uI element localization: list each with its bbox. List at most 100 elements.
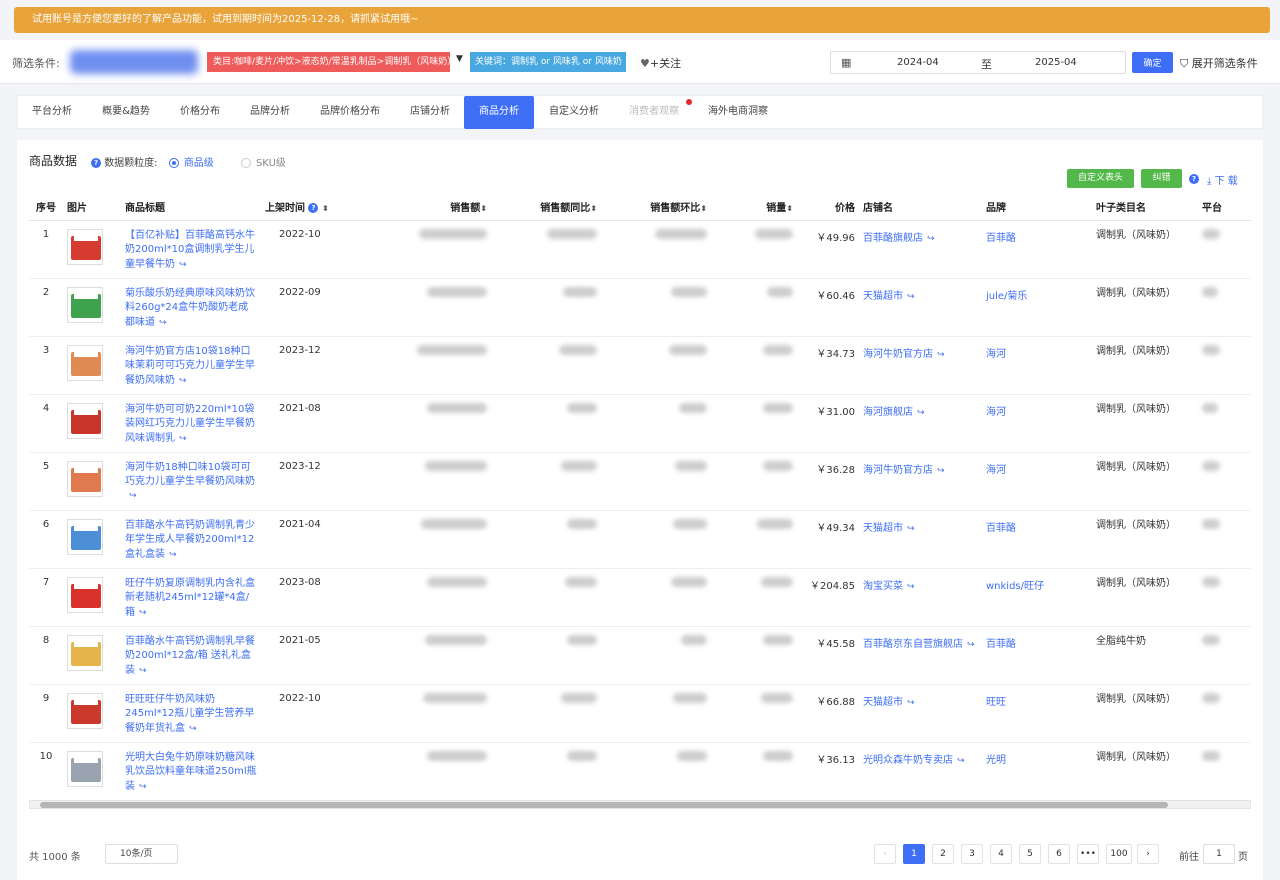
granularity-sku-option[interactable]: SKU级 xyxy=(240,158,286,169)
page-3[interactable]: 3 xyxy=(961,844,983,864)
product-title-link[interactable]: 海河牛奶官方店10袋18种口味茉莉可可巧克力儿童学生早餐奶风味奶 xyxy=(125,346,255,386)
shop-link[interactable]: 天猫超市 xyxy=(863,523,903,534)
shop-link[interactable]: 百菲酪旗舰店 xyxy=(863,233,923,244)
tab-custom[interactable]: 自定义分析 xyxy=(538,96,610,128)
product-thumbnail[interactable] xyxy=(67,286,103,323)
external-link-icon[interactable]: ↪ xyxy=(907,698,915,708)
product-thumbnail[interactable] xyxy=(67,228,103,265)
brand-link[interactable]: 旺旺 xyxy=(986,697,1006,708)
product-thumbnail[interactable] xyxy=(67,402,103,439)
tab-brand[interactable]: 品牌分析 xyxy=(238,96,302,128)
granularity-product-option[interactable]: 商品级 xyxy=(168,158,214,169)
help-icon[interactable]: ? xyxy=(308,203,319,214)
brand-link[interactable]: jule/菊乐 xyxy=(986,291,1027,302)
col-sales-amount[interactable]: 销售额⬍ xyxy=(371,194,491,221)
shop-link[interactable]: 百菲酪京东自营旗舰店 xyxy=(863,639,963,650)
tab-overview[interactable]: 概要&趋势 xyxy=(90,96,162,128)
brand-link[interactable]: 百菲酪 xyxy=(986,523,1016,534)
brand-link[interactable]: 百菲酪 xyxy=(986,233,1016,244)
download-button[interactable]: ⤓ 下 载 xyxy=(1207,172,1238,187)
shop-link[interactable]: 海河牛奶官方店 xyxy=(863,465,933,476)
brand-link[interactable]: 海河 xyxy=(986,349,1006,360)
page-size-select[interactable]: 10条/页 xyxy=(105,844,178,864)
product-thumbnail[interactable] xyxy=(67,576,103,613)
external-link-icon[interactable]: ↪ xyxy=(169,550,177,560)
external-link-icon[interactable]: ↪ xyxy=(927,234,935,244)
shop-link[interactable]: 天猫超市 xyxy=(863,291,903,302)
help-icon[interactable]: ? xyxy=(91,158,101,168)
page-100[interactable]: 100 xyxy=(1106,844,1132,864)
external-link-icon[interactable]: ↪ xyxy=(159,318,167,328)
brand-link[interactable]: 光明 xyxy=(986,755,1006,766)
product-title-link[interactable]: 百菲酪水牛高钙奶调制乳青少年学生成人早餐奶200ml*12盒礼盒装 xyxy=(125,520,255,560)
sort-icon[interactable]: ⬍ xyxy=(786,204,793,213)
product-thumbnail[interactable] xyxy=(67,750,103,787)
follow-button[interactable]: ♥+关注 xyxy=(640,55,681,71)
sort-icon[interactable]: ⬍ xyxy=(700,204,707,213)
brand-link[interactable]: 百菲酪 xyxy=(986,639,1016,650)
correct-button[interactable]: 纠错 xyxy=(1141,169,1182,188)
external-link-icon[interactable]: ↪ xyxy=(907,292,915,302)
keyword-filter-tag[interactable]: 关键词：调制乳 or 风味乳 or 风味奶 xyxy=(470,52,626,72)
shop-link[interactable]: 淘宝买菜 xyxy=(863,581,903,592)
product-title-link[interactable]: 【百亿补贴】百菲酪高钙水牛奶200ml*10盒调制乳学生儿童早餐牛奶 xyxy=(125,230,255,270)
tab-price-dist[interactable]: 价格分布 xyxy=(168,96,232,128)
external-link-icon[interactable]: ↪ xyxy=(957,756,965,766)
shop-link[interactable]: 天猫超市 xyxy=(863,697,903,708)
external-link-icon[interactable]: ↪ xyxy=(917,408,925,418)
category-filter-tag[interactable]: 类目:咖啡/麦片/冲饮>液态奶/常温乳制品>调制乳（风味奶） xyxy=(207,52,450,72)
date-start[interactable]: 2024-04 xyxy=(897,57,939,68)
tab-consumer[interactable]: 消费者观察 xyxy=(618,96,692,128)
col-listed[interactable]: 上架时间 ? ⬍ xyxy=(261,194,371,221)
tab-shop[interactable]: 店铺分析 xyxy=(398,96,462,128)
sort-icon[interactable]: ⬍ xyxy=(480,204,487,213)
tab-brand-price[interactable]: 品牌价格分布 xyxy=(308,96,392,128)
goto-page-input[interactable]: 1 xyxy=(1203,844,1235,864)
external-link-icon[interactable]: ↪ xyxy=(937,350,945,360)
product-thumbnail[interactable] xyxy=(67,518,103,555)
category-dropdown-icon[interactable]: ▼ xyxy=(456,54,463,64)
external-link-icon[interactable]: ↪ xyxy=(907,582,915,592)
brand-link[interactable]: 海河 xyxy=(986,407,1006,418)
page-1[interactable]: 1 xyxy=(903,844,925,864)
product-thumbnail[interactable] xyxy=(67,460,103,497)
prev-page-button[interactable]: ‹ xyxy=(874,844,896,864)
horizontal-scrollbar[interactable] xyxy=(29,800,1251,809)
product-title-link[interactable]: 海河牛奶可可奶220ml*10袋装网红巧克力儿童学生早餐奶风味调制乳 xyxy=(125,404,255,444)
col-mom[interactable]: 销售额环比⬍ xyxy=(601,194,711,221)
external-link-icon[interactable]: ↪ xyxy=(179,260,187,270)
brand-link[interactable]: wnkids/旺仔 xyxy=(986,581,1044,592)
date-end[interactable]: 2025-04 xyxy=(1035,57,1077,68)
external-link-icon[interactable]: ↪ xyxy=(179,376,187,386)
external-link-icon[interactable]: ↪ xyxy=(967,640,975,650)
sort-icon[interactable]: ⬍ xyxy=(590,204,597,213)
custom-header-button[interactable]: 自定义表头 xyxy=(1067,169,1134,188)
external-link-icon[interactable]: ↪ xyxy=(139,666,147,676)
product-title-link[interactable]: 菊乐酸乐奶经典原味风味奶饮料260g*24盒牛奶酸奶老成都味道 xyxy=(125,288,255,328)
shop-link[interactable]: 海河牛奶官方店 xyxy=(863,349,933,360)
external-link-icon[interactable]: ↪ xyxy=(937,466,945,476)
col-yoy[interactable]: 销售额同比⬍ xyxy=(491,194,601,221)
expand-filters-button[interactable]: ⛉ 展开筛选条件 xyxy=(1180,55,1258,71)
tab-overseas[interactable]: 海外电商洞察 xyxy=(700,96,776,128)
confirm-button[interactable]: 确定 xyxy=(1132,52,1173,73)
page-5[interactable]: 5 xyxy=(1019,844,1041,864)
page-6[interactable]: 6 xyxy=(1048,844,1070,864)
external-link-icon[interactable]: ↪ xyxy=(129,491,137,501)
external-link-icon[interactable]: ↪ xyxy=(139,782,147,792)
date-range-picker[interactable]: ▦ 2024-04 至 2025-04 xyxy=(830,51,1126,74)
help-icon-2[interactable]: ? xyxy=(1189,174,1199,184)
page-2[interactable]: 2 xyxy=(932,844,954,864)
external-link-icon[interactable]: ↪ xyxy=(139,608,147,618)
page-ellipsis[interactable]: ••• xyxy=(1077,844,1099,864)
page-4[interactable]: 4 xyxy=(990,844,1012,864)
scrollbar-thumb[interactable] xyxy=(40,802,1168,808)
external-link-icon[interactable]: ↪ xyxy=(189,724,197,734)
product-title-link[interactable]: 海河牛奶18种口味10袋可可巧克力儿童学生早餐奶风味奶 xyxy=(125,462,255,488)
external-link-icon[interactable]: ↪ xyxy=(179,434,187,444)
shop-link[interactable]: 海河旗舰店 xyxy=(863,407,913,418)
sort-icon[interactable]: ⬍ xyxy=(322,204,329,213)
product-thumbnail[interactable] xyxy=(67,344,103,381)
tab-platform[interactable]: 平台分析 xyxy=(18,96,86,128)
brand-link[interactable]: 海河 xyxy=(986,465,1006,476)
